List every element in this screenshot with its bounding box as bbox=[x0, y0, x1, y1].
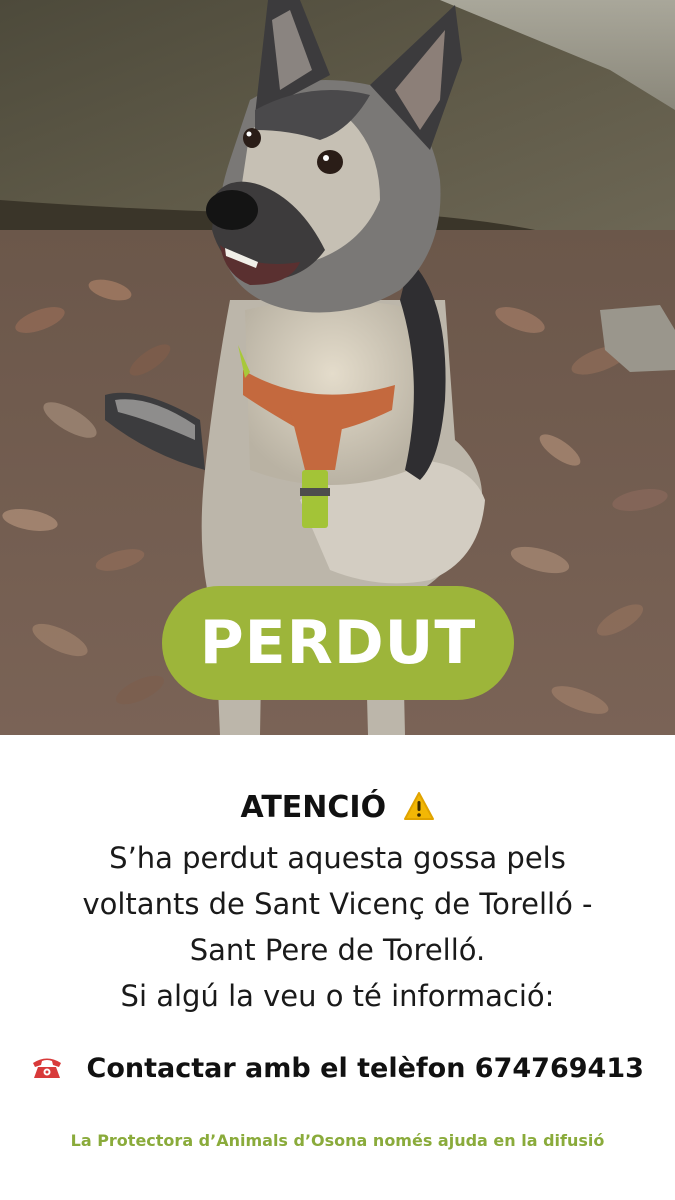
notice-body: S’ha perdut aquesta gossa pels voltants … bbox=[20, 835, 655, 1019]
lost-badge-label: PERDUT bbox=[199, 608, 477, 678]
contact-line: Contactar amb el telèfon 674769413 bbox=[0, 1053, 675, 1087]
notice-line: S’ha perdut aquesta gossa pels bbox=[109, 841, 566, 875]
contact-text: Contactar amb el telèfon 674769413 bbox=[86, 1053, 644, 1084]
notice-heading: ATENCIÓ bbox=[0, 790, 675, 829]
footer-disclaimer: La Protectora d’Animals d’Osona només aj… bbox=[70, 1131, 605, 1150]
notice-heading-text: ATENCIÓ bbox=[240, 790, 387, 825]
notice-line: Si algú la veu o té informació: bbox=[120, 979, 555, 1013]
telephone-icon bbox=[31, 1054, 63, 1087]
notice-line: voltants de Sant Vicenç de Torelló - bbox=[82, 887, 593, 921]
warning-icon bbox=[403, 791, 435, 829]
lost-dog-poster: PERDUT ATENCIÓ S’ha perdut aquesta gossa… bbox=[0, 0, 675, 1200]
notice-section: ATENCIÓ S’ha perdut aquesta gossa pels v… bbox=[0, 735, 675, 1200]
notice-line: Sant Pere de Torelló. bbox=[189, 933, 486, 967]
lost-badge: PERDUT bbox=[162, 586, 514, 700]
